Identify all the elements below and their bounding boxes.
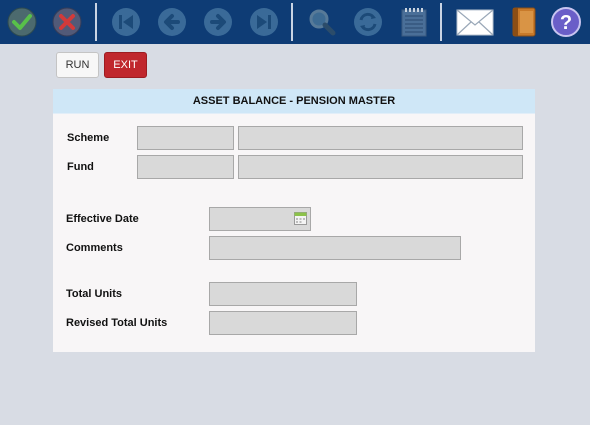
fund-name-input[interactable] — [238, 155, 523, 179]
notepad-icon[interactable] — [398, 6, 430, 38]
comments-label: Comments — [66, 242, 123, 254]
page-title: ASSET BALANCE - PENSION MASTER — [53, 89, 535, 114]
form-panel: ASSET BALANCE - PENSION MASTER Scheme Fu… — [53, 89, 535, 352]
run-button[interactable]: RUN — [56, 52, 99, 78]
toolbar-separator — [440, 3, 442, 41]
toolbar-separator — [291, 3, 293, 41]
scheme-name-input[interactable] — [238, 126, 523, 150]
previous-icon[interactable] — [156, 6, 188, 38]
mail-icon[interactable] — [456, 6, 494, 38]
revised-total-units-input[interactable] — [209, 311, 357, 335]
comments-input[interactable] — [209, 236, 461, 260]
search-icon[interactable] — [306, 6, 338, 38]
effective-date-field[interactable] — [209, 207, 311, 231]
effective-date-label: Effective Date — [66, 213, 139, 225]
scheme-code-input[interactable] — [137, 126, 234, 150]
total-units-label: Total Units — [66, 288, 123, 300]
svg-text:?: ? — [560, 12, 572, 34]
toolbar-separator — [95, 3, 97, 41]
revised-total-units-label: Revised Total Units — [66, 317, 168, 329]
fund-code-input[interactable] — [137, 155, 234, 179]
scheme-label: Scheme — [67, 132, 110, 144]
check-icon[interactable] — [6, 6, 38, 38]
fund-label: Fund — [67, 161, 94, 173]
calendar-icon[interactable] — [294, 212, 307, 225]
toolbar: ? — [0, 0, 590, 44]
total-units-input[interactable] — [209, 282, 357, 306]
cancel-icon[interactable] — [51, 6, 83, 38]
first-record-icon[interactable] — [110, 6, 142, 38]
book-icon[interactable] — [508, 6, 540, 38]
next-icon[interactable] — [202, 6, 234, 38]
refresh-icon[interactable] — [352, 6, 384, 38]
help-icon[interactable]: ? — [550, 6, 582, 38]
last-record-icon[interactable] — [248, 6, 280, 38]
exit-button[interactable]: EXIT — [104, 52, 147, 78]
